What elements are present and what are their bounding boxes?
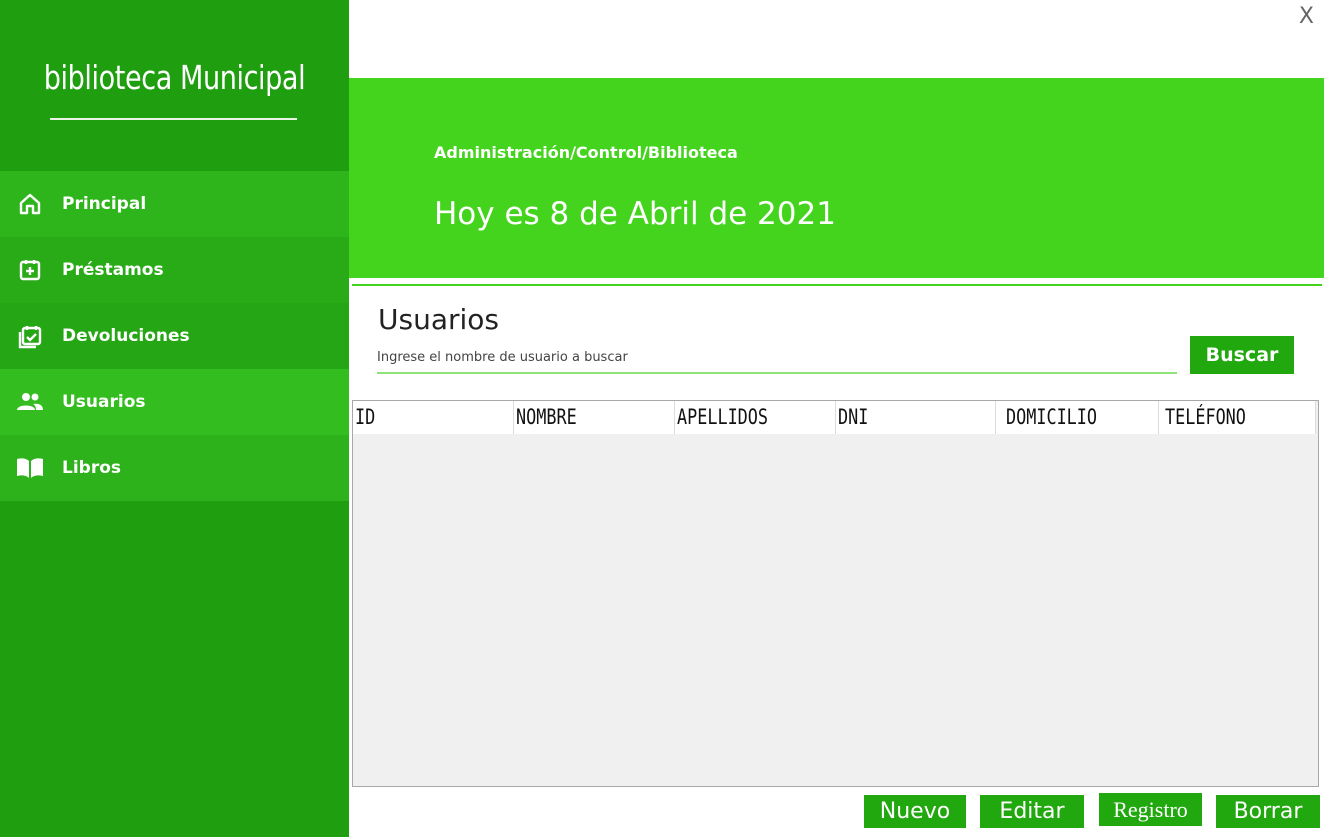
brand-area: biblioteca Municipal [0,0,349,170]
sidebar-item-prestamos[interactable]: Préstamos [0,237,349,303]
sidebar: biblioteca Municipal Principal Préstamos [0,0,349,837]
column-header-dni[interactable]: DNI [836,401,996,434]
sidebar-item-label: Devoluciones [62,326,190,346]
column-header-telefono[interactable]: TELÉFONO [1159,401,1316,434]
search-button[interactable]: Buscar [1190,336,1294,374]
search-input[interactable] [377,342,1177,374]
sidebar-item-principal[interactable]: Principal [0,171,349,237]
column-header-nombre[interactable]: NOMBRE [514,401,675,434]
register-button[interactable]: Registro [1099,793,1202,826]
users-icon [16,388,44,416]
delete-button[interactable]: Borrar [1216,795,1320,828]
calendar-check-icon [16,322,44,350]
column-header-id[interactable]: ID [353,401,514,434]
new-button[interactable]: Nuevo [864,795,966,828]
sidebar-item-label: Principal [62,194,147,214]
sidebar-nav: Principal Préstamos Devoluciones Usuario… [0,171,349,501]
home-icon [16,190,44,218]
sidebar-item-label: Préstamos [62,260,164,280]
column-header-apellidos[interactable]: APELLIDOS [675,401,836,434]
users-table[interactable]: ID NOMBRE APELLIDOS DNI DOMICILIO TELÉFO… [352,400,1319,787]
breadcrumb: Administración/Control/Biblioteca [434,143,738,162]
sidebar-item-libros[interactable]: Libros [0,435,349,501]
calendar-plus-icon [16,256,44,284]
column-header-domicilio[interactable]: DOMICILIO [996,401,1159,434]
edit-button[interactable]: Editar [980,795,1084,828]
sidebar-item-label: Libros [62,458,122,478]
sidebar-item-usuarios[interactable]: Usuarios [0,369,349,435]
page-title: Usuarios [378,303,499,336]
sidebar-item-label: Usuarios [62,392,146,412]
sidebar-item-devoluciones[interactable]: Devoluciones [0,303,349,369]
app-title: biblioteca Municipal [43,58,306,97]
close-button[interactable]: X [1299,4,1314,29]
brand-divider [50,118,297,120]
header-banner: Administración/Control/Biblioteca Hoy es… [349,78,1324,278]
panel-divider [352,284,1322,286]
table-header: ID NOMBRE APELLIDOS DNI DOMICILIO TELÉFO… [353,401,1316,434]
book-icon [16,454,44,482]
date-text: Hoy es 8 de Abril de 2021 [434,196,836,232]
